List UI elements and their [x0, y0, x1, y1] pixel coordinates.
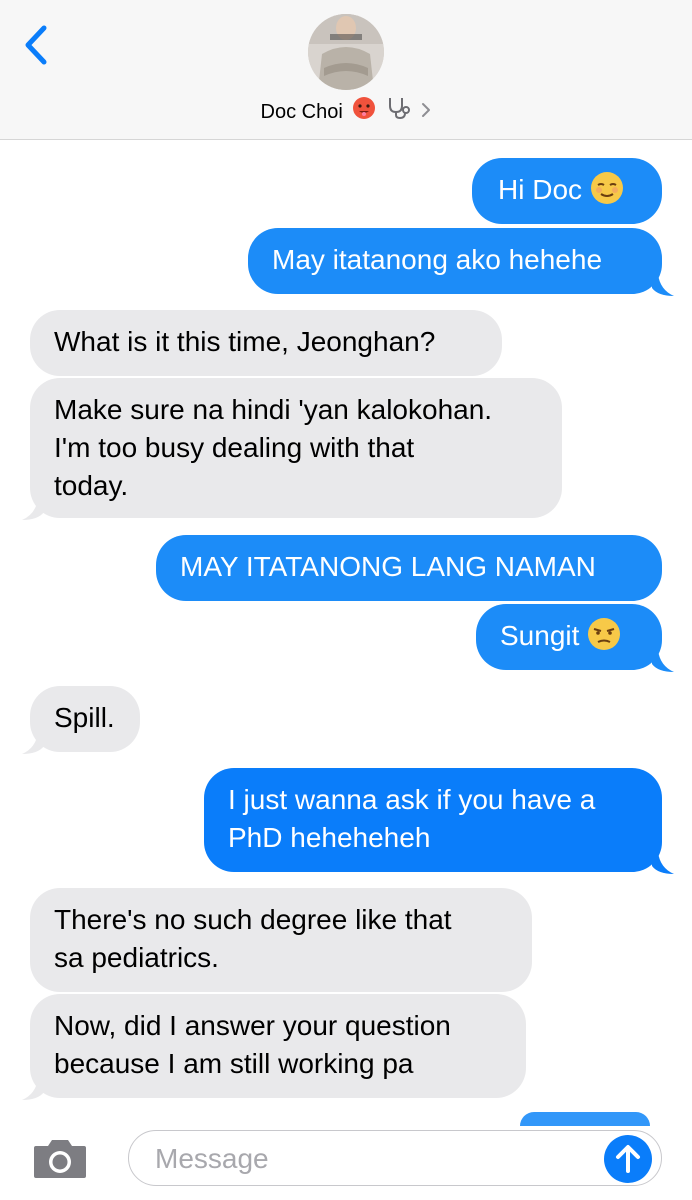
message-text: Sungit: [500, 620, 580, 651]
contact-name: Doc Choi: [260, 101, 343, 123]
unamused-face-emoji-icon: [587, 617, 621, 661]
conversation-header: Doc Choi: [0, 0, 692, 140]
relieved-face-emoji-icon: [590, 171, 624, 215]
bubble-tail: [22, 1078, 44, 1100]
message-text-line: sa pediatrics.: [54, 942, 219, 973]
message-text-line: Make sure na hindi 'yan kalokohan.: [54, 394, 493, 425]
message-bubble-sent[interactable]: I just wanna ask if you have a PhD heheh…: [204, 768, 662, 872]
message-text: MAY ITATANONG LANG NAMAN: [180, 551, 596, 582]
avatar[interactable]: [308, 14, 384, 90]
chevron-right-icon: [421, 98, 431, 126]
message-bubble-received[interactable]: What is it this time, Jeonghan?: [30, 310, 502, 376]
message-input[interactable]: [153, 1131, 597, 1186]
message-text: Spill.: [54, 702, 115, 733]
message-text-line: today.: [54, 470, 129, 501]
message-text-line: because I am still working pa: [54, 1048, 414, 1079]
message-bubble-sent[interactable]: Sungit: [476, 604, 662, 670]
message-bubble-received[interactable]: Spill.: [30, 686, 140, 752]
bubble-tail: [652, 650, 674, 672]
message-bubble-sent-partial: [520, 1112, 650, 1126]
send-button[interactable]: [604, 1135, 652, 1183]
message-text: Hi Doc: [498, 174, 583, 205]
message-text-line: There's no such degree like that: [54, 904, 452, 935]
arrow-up-icon: [616, 1145, 640, 1173]
bubble-tail: [22, 498, 44, 520]
camera-button[interactable]: [32, 1136, 88, 1180]
message-bubble-received[interactable]: Now, did I answer your question because …: [30, 994, 526, 1098]
camera-icon: [34, 1140, 86, 1178]
message-field-container: [128, 1130, 662, 1186]
message-bubble-sent[interactable]: May itatanong ako hehehe: [248, 228, 662, 294]
back-button[interactable]: [20, 24, 52, 66]
message-text-line: I'm too busy dealing with that: [54, 432, 415, 463]
message-text-line: I just wanna ask if you have a: [228, 784, 596, 815]
avatar-photo: [308, 14, 384, 90]
message-text: What is it this time, Jeonghan?: [54, 326, 436, 357]
message-bubble-received[interactable]: There's no such degree like that sa pedi…: [30, 888, 532, 992]
message-text: May itatanong ako hehehe: [272, 244, 603, 275]
chevron-left-icon: [25, 25, 47, 65]
bubble-tail: [22, 732, 44, 754]
hot-face-emoji-icon: [352, 96, 376, 128]
bubble-tail: [652, 274, 674, 296]
message-text-line: Now, did I answer your question: [54, 1010, 451, 1041]
message-bubble-received[interactable]: Make sure na hindi 'yan kalokohan. I'm t…: [30, 378, 562, 518]
stethoscope-emoji-icon: [386, 96, 412, 128]
bubble-tail: [652, 852, 674, 874]
message-bubble-sent[interactable]: Hi Doc: [472, 158, 662, 224]
message-bubble-sent[interactable]: MAY ITATANONG LANG NAMAN: [156, 535, 662, 601]
message-text-line: PhD heheheheh: [228, 822, 431, 853]
contact-name-row[interactable]: Doc Choi: [0, 96, 692, 124]
